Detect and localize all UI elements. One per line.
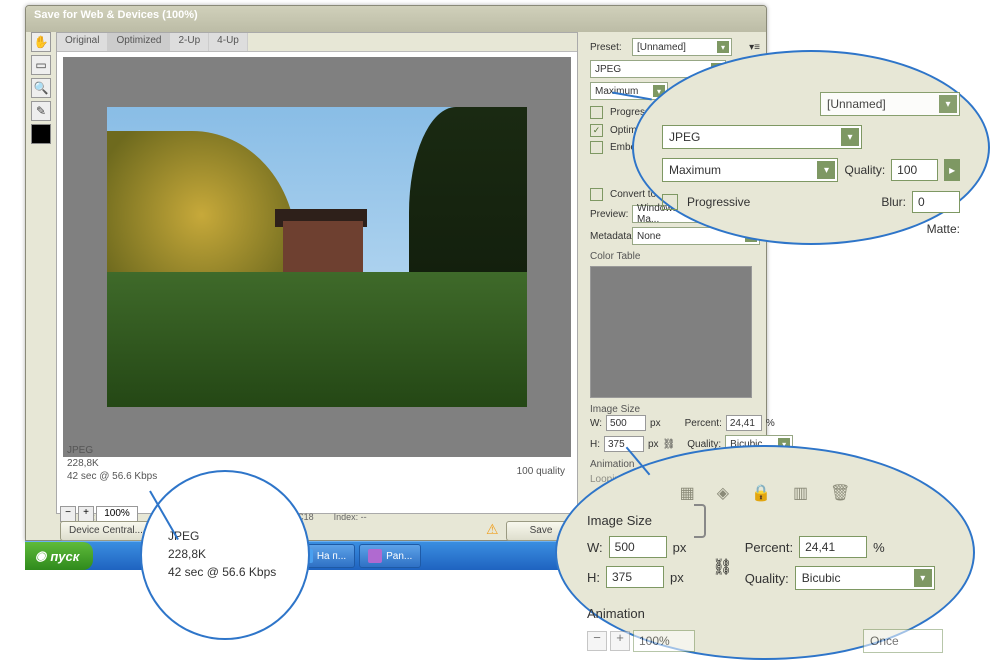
slice-tool-icon[interactable]: ▭ [31, 55, 51, 75]
zoom-tool-icon[interactable]: 🔍 [31, 78, 51, 98]
preset-label: Preset: [590, 42, 628, 53]
callout-imagesize: ▦◈🔒▥🗑 Image Size W:500px H:375px ⛓ Perce… [555, 445, 975, 660]
info-time: 42 sec @ 56.6 Kbps [67, 470, 157, 483]
warning-icon: ⚠ [486, 521, 499, 538]
view-tabs: Original Optimized 2-Up 4-Up [57, 33, 577, 52]
preview-area: Original Optimized 2-Up 4-Up JPEG 228,8K… [56, 32, 578, 514]
link-icon[interactable]: ⛓ [663, 439, 676, 450]
chevron-down-icon: ▾ [817, 161, 835, 179]
image-canvas[interactable] [63, 57, 571, 457]
progressive-checkbox[interactable] [590, 106, 603, 119]
tab-original[interactable]: Original [57, 33, 108, 51]
preview-image [107, 107, 527, 407]
callout-settings: [Unnamed]▾ JPEG▾ Maximum▾ Quality: 100 ▸ Pr… [632, 50, 990, 245]
zoom-controls: − + 100% [60, 506, 138, 522]
c2-size: 228,8K [168, 545, 296, 563]
preview-info-left: JPEG 228,8K 42 sec @ 56.6 Kbps [67, 444, 157, 483]
panel-iconrow: ▦ ◈ 🔒 ▥ 🗑 [587, 483, 943, 503]
device-central-button[interactable]: Device Central... [60, 521, 152, 541]
info-size: 228,8K [67, 457, 157, 470]
icon-5[interactable]: 🗑 [830, 483, 850, 503]
icon-3[interactable]: 🔒 [751, 483, 771, 503]
zoom-out-button[interactable]: − [60, 506, 76, 522]
embed-checkbox[interactable] [590, 141, 603, 154]
c3-percent-input[interactable]: 24,41 [799, 536, 867, 558]
c2-format: JPEG [168, 527, 296, 545]
color-table[interactable] [590, 266, 752, 398]
link-wh-icon[interactable] [694, 504, 706, 538]
c3-w-label: W: [587, 540, 603, 555]
c3-loop-select: Once [863, 629, 943, 653]
c1-blur-input[interactable]: 0 [912, 191, 960, 213]
c3-resample-select[interactable]: Bicubic▾ [795, 566, 935, 590]
c3-animation: Animation [587, 606, 645, 621]
status-index: Index: -- [334, 512, 367, 526]
preview-info-right: 100 quality [517, 466, 565, 477]
c3-width-input[interactable]: 500 [609, 536, 667, 558]
c3-zoom-out[interactable]: − [587, 631, 607, 651]
c1-quality-input[interactable]: 100 [891, 159, 938, 181]
c1-progressive-checkbox[interactable] [662, 194, 678, 210]
c1-matte-label: Matte: [927, 222, 960, 236]
icon-2[interactable]: ◈ [717, 483, 729, 503]
app-icon [368, 549, 382, 563]
zoom-in-button[interactable]: + [78, 506, 94, 522]
quality-slider-icon[interactable]: ▸ [944, 159, 960, 181]
chevron-down-icon: ▾ [717, 41, 729, 53]
h-label: H: [590, 439, 600, 450]
tab-2up[interactable]: 2-Up [170, 33, 209, 51]
chain-icon[interactable]: ⛓ [712, 557, 732, 577]
colortable-label: Color Table [590, 251, 760, 262]
chevron-down-icon: ▾ [914, 569, 932, 587]
preview-label: Preview: [590, 209, 628, 220]
preset-select[interactable]: [Unnamed]▾ [632, 38, 732, 56]
c1-progressive: Progressive [687, 195, 750, 209]
chevron-down-icon: ▾ [841, 128, 859, 146]
window-title: Save for Web & Devices (100%) [26, 6, 766, 32]
tab-4up[interactable]: 4-Up [209, 33, 248, 51]
c1-format[interactable]: JPEG▾ [662, 125, 862, 149]
eyedropper-icon[interactable]: ✎ [31, 101, 51, 121]
percent-input[interactable]: 24,41 [726, 415, 762, 431]
metadata-label: Metadata: [590, 231, 628, 242]
start-button[interactable]: ◉пуск [25, 542, 93, 570]
c1-blur-label: Blur: [881, 195, 906, 209]
chevron-down-icon: ▾ [939, 95, 957, 113]
info-format: JPEG [67, 444, 157, 457]
icon-4[interactable]: ▥ [793, 483, 808, 503]
color-swatch[interactable] [31, 124, 51, 144]
tool-column: ✋ ▭ 🔍 ✎ [30, 32, 52, 144]
c3-zoom-value[interactable]: 100% [633, 630, 695, 652]
c3-h-label: H: [587, 570, 600, 585]
convert-checkbox[interactable] [590, 188, 603, 201]
optimized-checkbox[interactable]: ✓ [590, 124, 603, 137]
c1-quality-preset[interactable]: Maximum▾ [662, 158, 838, 182]
icon-1[interactable]: ▦ [680, 483, 695, 503]
c3-percent-label: Percent: [745, 540, 793, 555]
width-input[interactable]: 500 [606, 415, 646, 431]
c1-quality-label: Quality: [844, 163, 885, 177]
tab-optimized[interactable]: Optimized [108, 33, 170, 51]
zoom-value[interactable]: 100% [96, 506, 138, 522]
c2-time: 42 sec @ 56.6 Kbps [168, 563, 296, 581]
c1-preset[interactable]: [Unnamed]▾ [820, 92, 960, 116]
c3-title: Image Size [587, 513, 652, 528]
c3-quality-label: Quality: [745, 571, 789, 586]
panel-menu-icon[interactable]: ▾≡ [749, 42, 760, 53]
imagesize-title: Image Size [590, 404, 760, 415]
c3-zoom-in[interactable]: + [610, 631, 630, 651]
hand-tool-icon[interactable]: ✋ [31, 32, 51, 52]
percent-label: Percent: [685, 418, 722, 429]
c3-height-input[interactable]: 375 [606, 566, 664, 588]
taskbar-item-4[interactable]: Pan... [359, 544, 421, 568]
w-label: W: [590, 418, 602, 429]
height-input[interactable]: 375 [604, 436, 644, 452]
callout-fileinfo: JPEG 228,8K 42 sec @ 56.6 Kbps [140, 470, 310, 640]
